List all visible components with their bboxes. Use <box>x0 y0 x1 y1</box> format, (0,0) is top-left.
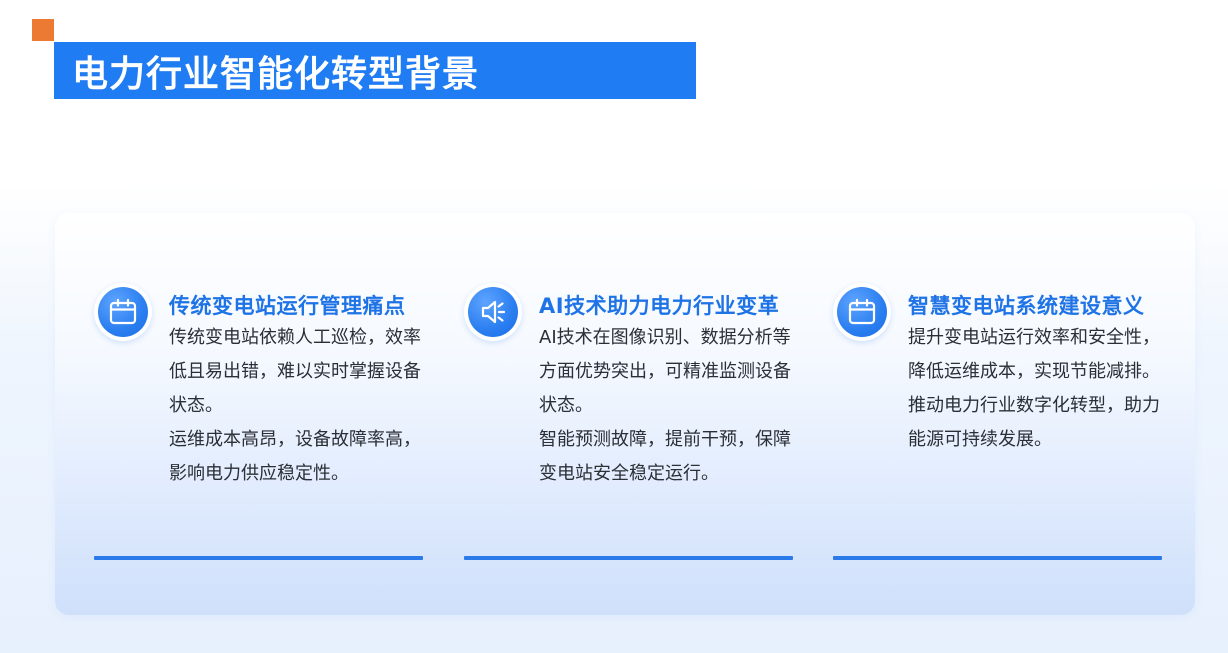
card-icon-badge <box>833 283 891 341</box>
card-title: 智慧变电站系统建设意义 <box>908 294 1145 318</box>
card-paragraph: 提升变电站运行效率和安全性，降低运维成本，实现节能减排。推动电力行业数字化转型，… <box>908 327 1160 450</box>
card-icon-badge <box>464 283 522 341</box>
card-paragraph: 运维成本高昂，设备故障率高，影响电力供应稳定性。 <box>169 429 421 484</box>
card-paragraph: 传统变电站依赖人工巡检，效率低且易出错，难以实时掌握设备状态。 <box>169 327 421 416</box>
card-title: 传统变电站运行管理痛点 <box>169 294 406 318</box>
accent-square <box>32 19 54 41</box>
speaker-icon <box>481 300 506 324</box>
card-ai-transformation: AI技术助力电力行业变革 AI技术在图像识别、数据分析等方面优势突出，可精准监测… <box>464 213 794 615</box>
card-divider <box>833 556 1162 560</box>
calendar-icon <box>109 298 137 325</box>
card-divider <box>94 556 423 560</box>
card-smart-substation-significance: 智慧变电站系统建设意义 提升变电站运行效率和安全性，降低运维成本，实现节能减排。… <box>833 213 1163 615</box>
card-body: 提升变电站运行效率和安全性，降低运维成本，实现节能减排。推动电力行业数字化转型，… <box>908 321 1170 457</box>
card-icon-badge <box>94 283 152 341</box>
page-title: 电力行业智能化转型背景 <box>72 53 480 95</box>
card-title: AI技术助力电力行业变革 <box>539 294 780 318</box>
content-panel: 传统变电站运行管理痛点 传统变电站依赖人工巡检，效率低且易出错，难以实时掌握设备… <box>55 213 1195 615</box>
calendar-icon <box>848 298 876 325</box>
title-bar: 电力行业智能化转型背景 <box>54 42 696 99</box>
card-body: 传统变电站依赖人工巡检，效率低且易出错，难以实时掌握设备状态。 运维成本高昂，设… <box>169 321 431 491</box>
card-body: AI技术在图像识别、数据分析等方面优势突出，可精准监测设备状态。 智能预测故障，… <box>539 321 801 491</box>
card-paragraph: 智能预测故障，提前干预，保障变电站安全稳定运行。 <box>539 429 791 484</box>
card-traditional-pain-points: 传统变电站运行管理痛点 传统变电站依赖人工巡检，效率低且易出错，难以实时掌握设备… <box>94 213 424 615</box>
card-divider <box>464 556 793 560</box>
card-paragraph: AI技术在图像识别、数据分析等方面优势突出，可精准监测设备状态。 <box>539 327 791 416</box>
